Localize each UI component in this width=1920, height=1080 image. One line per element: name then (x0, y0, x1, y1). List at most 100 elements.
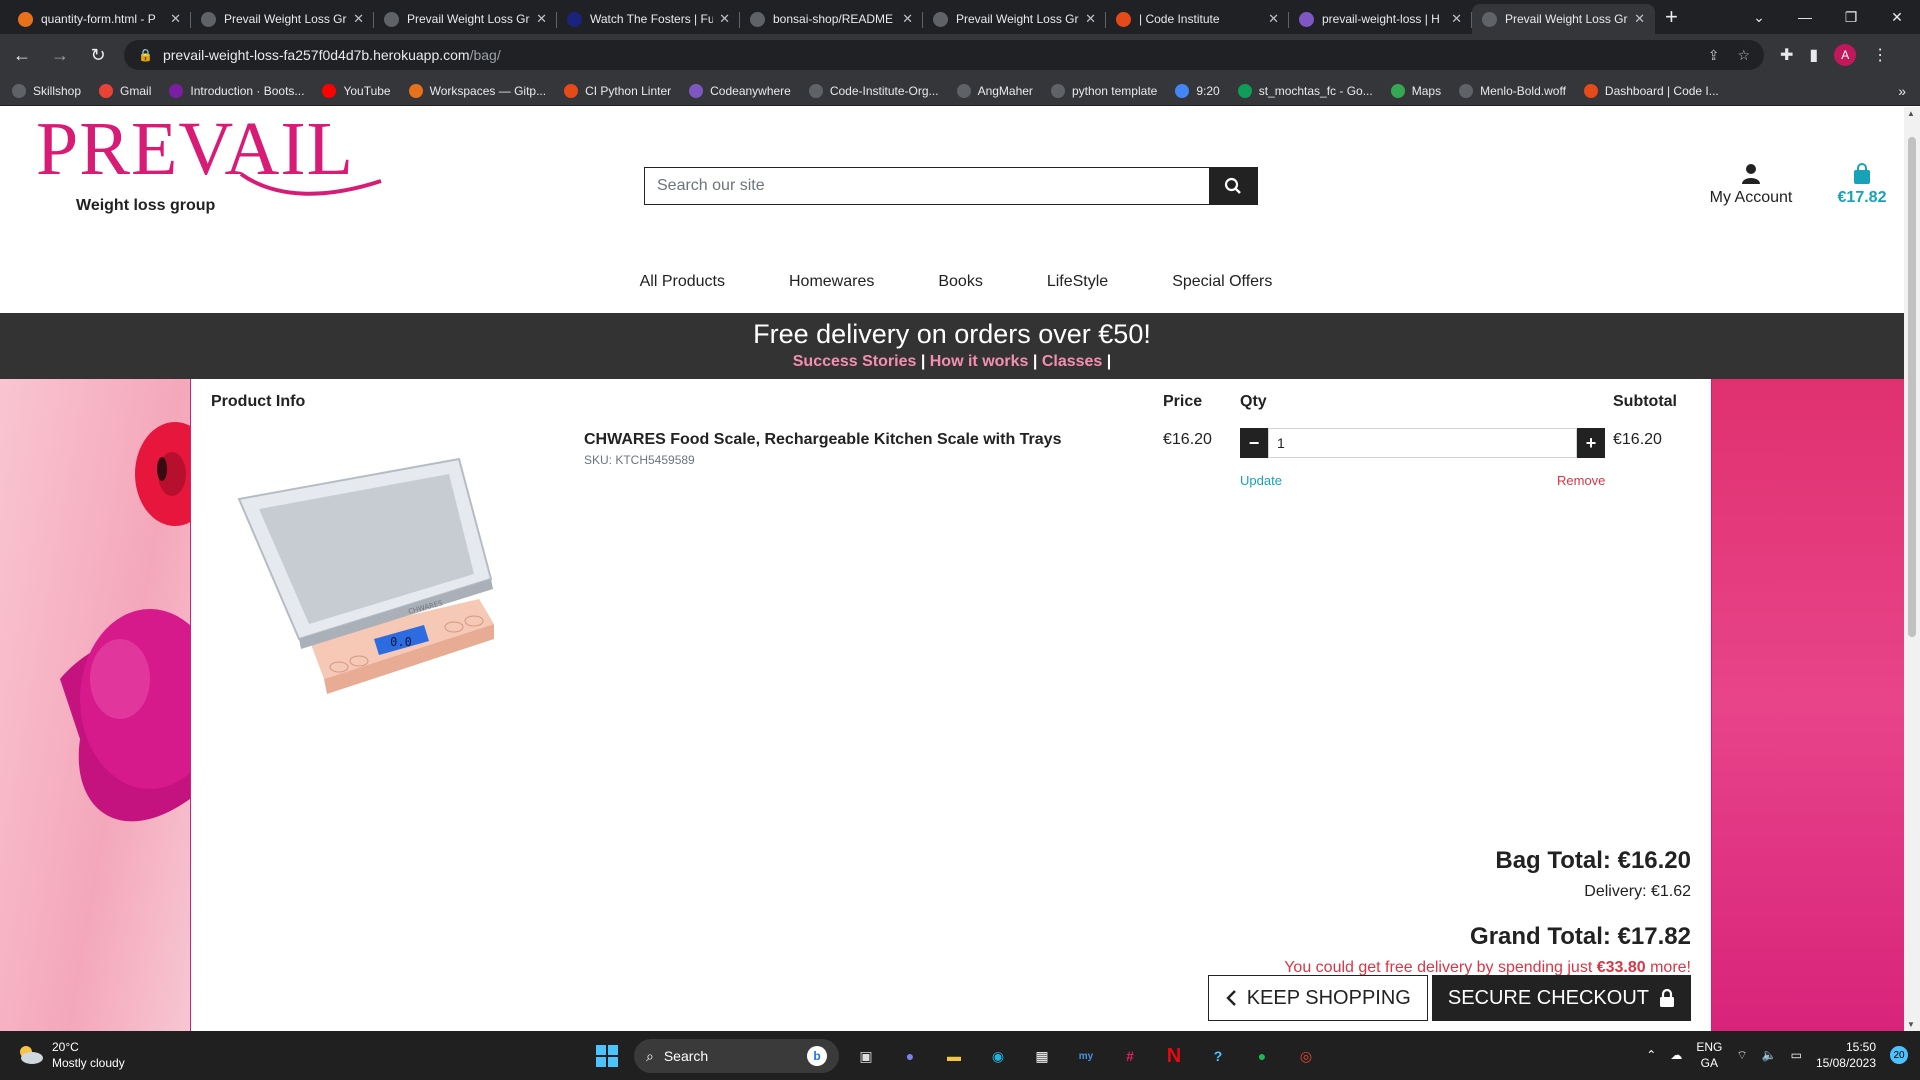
decrement-qty-button[interactable]: − (1240, 428, 1268, 458)
edge-browser-icon[interactable]: ◉ (981, 1039, 1015, 1073)
tab-close-icon[interactable]: ✕ (170, 11, 181, 27)
side-panel-icon[interactable]: ▮ (1809, 45, 1818, 65)
bookmark-item[interactable]: AngMaher (956, 83, 1033, 98)
browser-tab[interactable]: | Code Institute ✕ (1106, 4, 1289, 34)
how-it-works-link[interactable]: How it works (930, 353, 1029, 370)
tab-close-icon[interactable]: ✕ (1085, 11, 1096, 27)
bookmark-item[interactable]: Codeanywhere (689, 83, 791, 98)
nav-link[interactable]: LifeStyle (1047, 273, 1108, 291)
search-input[interactable] (645, 168, 1209, 204)
bookmark-item[interactable]: Introduction · Boots... (169, 83, 304, 98)
input-language[interactable]: ENG GA (1696, 1039, 1722, 1071)
tab-close-icon[interactable]: ✕ (353, 11, 364, 27)
bookmark-star-icon[interactable]: ☆ (1737, 47, 1750, 64)
battery-icon[interactable]: ▭ (1791, 1048, 1802, 1062)
forward-button[interactable]: → (44, 45, 76, 66)
page-scrollbar[interactable]: ▲ ▼ (1904, 107, 1920, 1031)
nav-link[interactable]: All Products (640, 273, 725, 291)
bookmark-item[interactable]: 9:20 (1175, 83, 1220, 98)
chrome-icon[interactable]: ◎ (1289, 1039, 1323, 1073)
bookmark-item[interactable]: Menlo-Bold.woff (1459, 83, 1566, 98)
bookmark-item[interactable]: Maps (1390, 83, 1441, 98)
bookmark-item[interactable]: Gmail (99, 83, 151, 98)
browser-tab[interactable]: Prevail Weight Loss Gr ✕ (191, 4, 374, 34)
browser-tab[interactable]: bonsai-shop/README ✕ (740, 4, 923, 34)
classes-link[interactable]: Classes (1042, 353, 1103, 370)
tab-close-icon[interactable]: ✕ (1634, 11, 1645, 27)
quantity-input[interactable] (1268, 428, 1577, 458)
task-view-icon[interactable]: ▣ (849, 1039, 883, 1073)
help-icon[interactable]: ? (1201, 1039, 1235, 1073)
mylife-app-icon[interactable]: my (1069, 1039, 1103, 1073)
bookmark-label: st_mochtas_fc - Go... (1258, 83, 1373, 98)
browser-menu-icon[interactable]: ⋮ (1872, 45, 1888, 65)
bookmark-item[interactable]: st_mochtas_fc - Go... (1237, 83, 1373, 98)
bookmark-item[interactable]: Workspaces — Gitp... (408, 83, 546, 98)
tab-close-icon[interactable]: ✕ (902, 11, 913, 27)
spotify-icon[interactable]: ● (1245, 1039, 1279, 1073)
show-hidden-icons-icon[interactable]: ⌃ (1646, 1048, 1656, 1062)
increment-qty-button[interactable]: + (1577, 428, 1605, 458)
tab-search-icon[interactable]: ⌄ (1736, 9, 1782, 26)
product-name[interactable]: CHWARES Food Scale, Rechargeable Kitchen… (584, 431, 1061, 449)
secure-checkout-button[interactable]: SECURE CHECKOUT (1431, 975, 1691, 1021)
nav-link[interactable]: Special Offers (1172, 273, 1272, 291)
back-button[interactable]: ← (6, 45, 38, 66)
weather-widget[interactable]: 20°C Mostly cloudy (16, 1039, 125, 1071)
minimize-button[interactable]: — (1782, 9, 1828, 25)
bookmark-item[interactable]: CI Python Linter (564, 83, 671, 98)
share-icon[interactable]: ⇪ (1708, 47, 1720, 64)
bookmark-item[interactable]: python template (1050, 83, 1157, 98)
shopping-bag-link[interactable]: €17.82 (1830, 163, 1894, 207)
close-window-button[interactable]: ✕ (1874, 9, 1920, 26)
tab-close-icon[interactable]: ✕ (1268, 11, 1279, 27)
notification-badge[interactable]: 20 (1890, 1046, 1908, 1064)
extensions-icon[interactable]: ✚ (1780, 45, 1793, 65)
product-image[interactable]: 0.0 CHWARES (229, 449, 509, 709)
new-tab-button[interactable]: + (1655, 4, 1688, 34)
tab-close-icon[interactable]: ✕ (536, 11, 547, 27)
file-explorer-icon[interactable]: ▬ (937, 1039, 971, 1073)
slack-icon[interactable]: # (1113, 1039, 1147, 1073)
my-account-link[interactable]: My Account (1706, 163, 1796, 207)
netflix-icon[interactable]: N (1157, 1039, 1191, 1073)
bing-icon[interactable]: b (807, 1046, 827, 1066)
update-link[interactable]: Update (1240, 473, 1282, 488)
search-button[interactable] (1209, 168, 1257, 204)
browser-tab[interactable]: prevail-weight-loss | H ✕ (1289, 4, 1472, 34)
wifi-icon[interactable]: ⌔ (1736, 1048, 1747, 1063)
nav-link[interactable]: Homewares (789, 273, 874, 291)
bookmark-item[interactable]: Code-Institute-Org... (808, 83, 939, 98)
windows-start-icon[interactable] (590, 1039, 624, 1073)
volume-icon[interactable]: 🔈 (1762, 1048, 1777, 1062)
taskbar-search[interactable]: ⌕ Search b (634, 1039, 839, 1073)
browser-tab[interactable]: quantity-form.html - P ✕ (8, 4, 191, 34)
scrollbar-thumb[interactable] (1908, 137, 1916, 637)
onedrive-cloud-icon[interactable]: ☁ (1670, 1048, 1682, 1062)
browser-tab[interactable]: Prevail Weight Loss Gr ✕ (923, 4, 1106, 34)
bookmark-item[interactable]: YouTube (322, 83, 391, 98)
bookmark-item[interactable]: Skillshop (12, 83, 81, 98)
nav-link[interactable]: Books (938, 273, 982, 291)
browser-tab[interactable]: Prevail Weight Loss Gr ✕ (374, 4, 557, 34)
scroll-up-icon[interactable]: ▲ (1907, 109, 1915, 118)
site-logo[interactable]: PREVAIL Weight loss group (36, 111, 382, 215)
keep-shopping-button[interactable]: KEEP SHOPPING (1207, 975, 1428, 1021)
address-bar[interactable]: 🔒 prevail-weight-loss-fa257f0d4d7b.herok… (124, 40, 1764, 70)
browser-tab[interactable]: Prevail Weight Loss Gr ✕ (1472, 4, 1655, 34)
clock[interactable]: 15:50 15/08/2023 (1816, 1039, 1876, 1071)
tab-close-icon[interactable]: ✕ (1451, 11, 1462, 27)
scroll-down-icon[interactable]: ▼ (1907, 1020, 1915, 1029)
reload-button[interactable]: ↻ (82, 45, 114, 66)
success-stories-link[interactable]: Success Stories (793, 353, 917, 370)
profile-avatar[interactable]: A (1834, 44, 1857, 66)
bookmark-item[interactable]: Dashboard | Code I... (1583, 83, 1719, 98)
teams-chat-icon[interactable]: ● (893, 1039, 927, 1073)
browser-tab[interactable]: Watch The Fosters | Fu ✕ (557, 4, 740, 34)
more-bookmarks-icon[interactable]: » (1898, 83, 1906, 99)
microsoft-store-icon[interactable]: ▦ (1025, 1039, 1059, 1073)
restore-button[interactable]: ❐ (1828, 9, 1874, 26)
lock-icon[interactable]: 🔒 (138, 48, 153, 62)
remove-link[interactable]: Remove (1557, 473, 1605, 488)
tab-close-icon[interactable]: ✕ (719, 11, 730, 27)
